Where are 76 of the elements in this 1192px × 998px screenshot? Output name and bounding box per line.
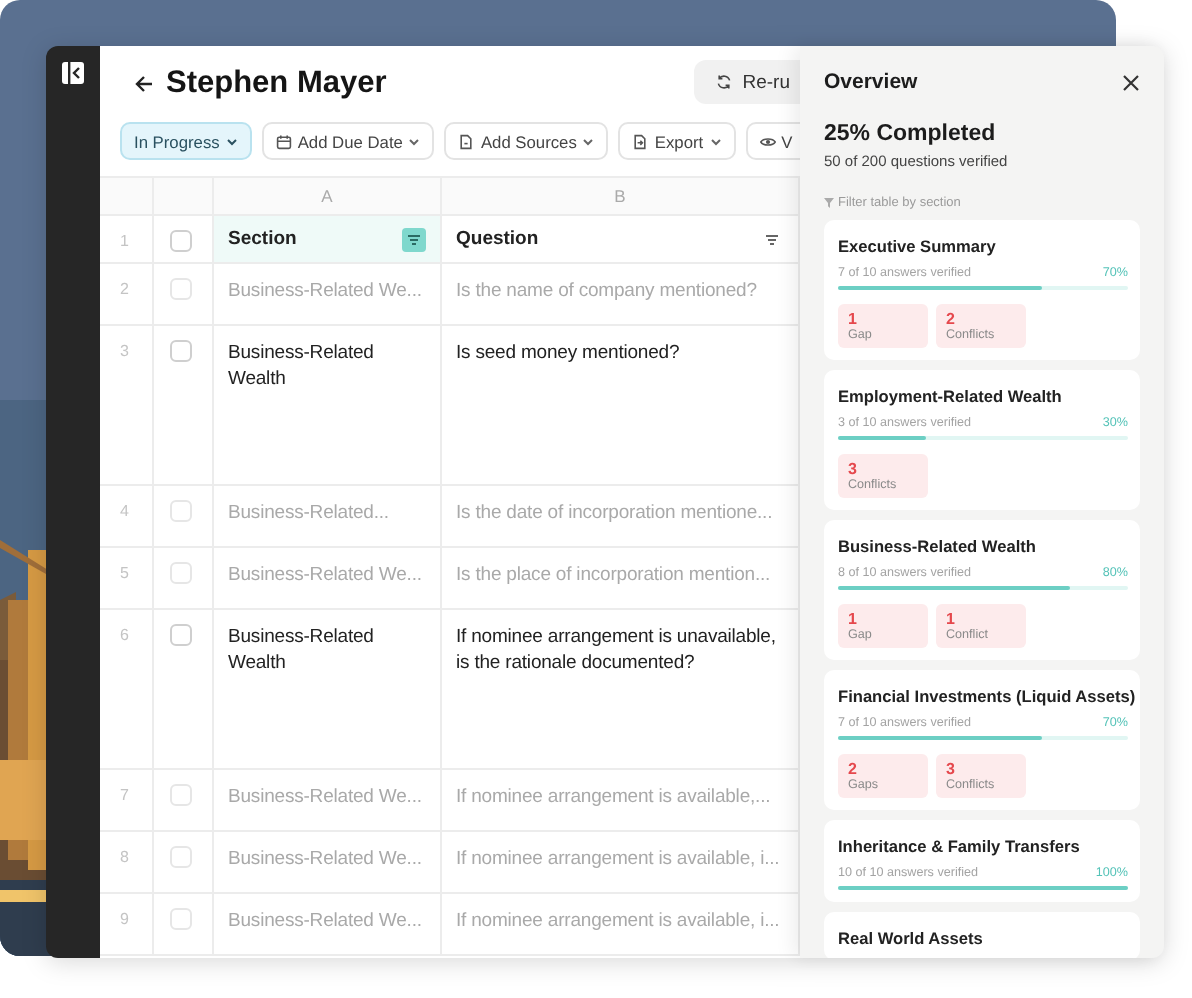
row-checkbox[interactable] bbox=[170, 846, 192, 868]
select-all-checkbox[interactable] bbox=[170, 230, 192, 252]
row-checkbox[interactable] bbox=[170, 908, 192, 930]
row-number: 3 bbox=[118, 340, 131, 360]
table-cell-text: Business-Related We... bbox=[226, 278, 424, 304]
table-cell-text: If nominee arrangement is available, i... bbox=[454, 908, 782, 934]
row-checkbox[interactable] bbox=[170, 562, 192, 584]
toolbar-button[interactable]: V bbox=[745, 122, 800, 160]
table-cell-text: Is seed money mentioned? bbox=[454, 340, 682, 366]
row-number: 4 bbox=[118, 500, 131, 520]
column-letter: B bbox=[442, 178, 800, 216]
table-cell-text: If nominee arrangement is available,... bbox=[454, 784, 773, 810]
row-checkbox[interactable] bbox=[170, 500, 192, 522]
section-title: Employment-Related Wealth bbox=[838, 386, 1064, 406]
table-cell-text: Is the date of incorporation mentione... bbox=[454, 500, 775, 526]
sidebar-toggle-icon[interactable] bbox=[62, 62, 84, 84]
issue-count: 1 bbox=[848, 310, 859, 328]
close-icon[interactable] bbox=[1122, 73, 1140, 91]
export-icon bbox=[632, 133, 649, 149]
page-title: Stephen Mayer bbox=[166, 66, 389, 102]
row-number: 8 bbox=[118, 846, 131, 866]
completion-percent: 25% Completed bbox=[824, 122, 998, 146]
issue-count: 2 bbox=[946, 310, 957, 328]
issue-count: 3 bbox=[848, 460, 859, 478]
caret-icon bbox=[408, 135, 421, 147]
filter-icon bbox=[406, 231, 422, 247]
table-cell-text: Business-Related We... bbox=[226, 784, 424, 810]
table-cell-text: If nominee arrangement is available, i... bbox=[454, 846, 782, 872]
row-checkbox[interactable] bbox=[170, 624, 192, 646]
table-cell-text: Business-Related We... bbox=[226, 846, 424, 872]
row-checkbox[interactable] bbox=[170, 278, 192, 300]
issue-count: 1 bbox=[946, 610, 957, 628]
table-cell-text: Business-Related We... bbox=[226, 562, 424, 588]
column-header: Question bbox=[456, 228, 539, 250]
section-title: Business-Related Wealth bbox=[838, 536, 1038, 556]
issue-count: 3 bbox=[946, 760, 957, 778]
caret-icon bbox=[225, 135, 238, 147]
panel-title: Overview bbox=[824, 70, 918, 94]
calendar-icon bbox=[275, 133, 292, 149]
row-number: 9 bbox=[118, 908, 131, 928]
issue-count: 2 bbox=[848, 760, 859, 778]
row-checkbox[interactable] bbox=[170, 784, 192, 806]
section-card[interactable]: Real World Assets bbox=[824, 912, 1140, 958]
row-number: 2 bbox=[118, 278, 131, 298]
table-cell-text: Business-Related... bbox=[226, 500, 391, 526]
caret-icon bbox=[582, 135, 595, 147]
row-number: 5 bbox=[118, 562, 131, 582]
table-cell-text: Is the place of incorporation mention... bbox=[454, 562, 773, 588]
table-cell-text: Business-Related Wealth bbox=[226, 624, 376, 676]
table-cell-text: Business-Related We... bbox=[226, 908, 424, 934]
section-title: Inheritance & Family Transfers bbox=[838, 836, 1082, 856]
rerun-button[interactable]: Re-ru bbox=[694, 60, 800, 104]
row-checkbox[interactable] bbox=[170, 340, 192, 362]
back-arrow-icon[interactable] bbox=[134, 74, 154, 94]
caret-icon bbox=[709, 135, 722, 147]
toolbar-button[interactable]: In Progress bbox=[120, 122, 252, 160]
row-number: 1 bbox=[118, 230, 131, 250]
table-cell-text: If nominee arrangement is unavailable, is the rationale documented? bbox=[454, 624, 778, 676]
table-cell-text: Business-Related Wealth bbox=[226, 340, 376, 392]
refresh-icon bbox=[716, 74, 733, 90]
eye-icon bbox=[759, 133, 776, 149]
section-title: Real World Assets bbox=[838, 928, 985, 948]
row-number: 6 bbox=[118, 624, 131, 644]
column-letter: A bbox=[214, 178, 442, 216]
issue-count: 1 bbox=[848, 610, 859, 628]
table-cell-text: Is the name of company mentioned? bbox=[454, 278, 759, 304]
filter-icon bbox=[764, 231, 780, 247]
document-icon bbox=[458, 133, 475, 149]
toolbar-button[interactable]: Export bbox=[618, 122, 736, 160]
toolbar-button[interactable]: Add Sources bbox=[444, 122, 609, 160]
toolbar-button[interactable]: Add Due Date bbox=[261, 122, 435, 160]
row-number: 7 bbox=[118, 784, 131, 804]
filter-icon bbox=[824, 198, 834, 208]
section-title: Executive Summary bbox=[838, 236, 998, 256]
column-header: Section bbox=[228, 228, 297, 250]
filter-button[interactable] bbox=[402, 227, 426, 251]
